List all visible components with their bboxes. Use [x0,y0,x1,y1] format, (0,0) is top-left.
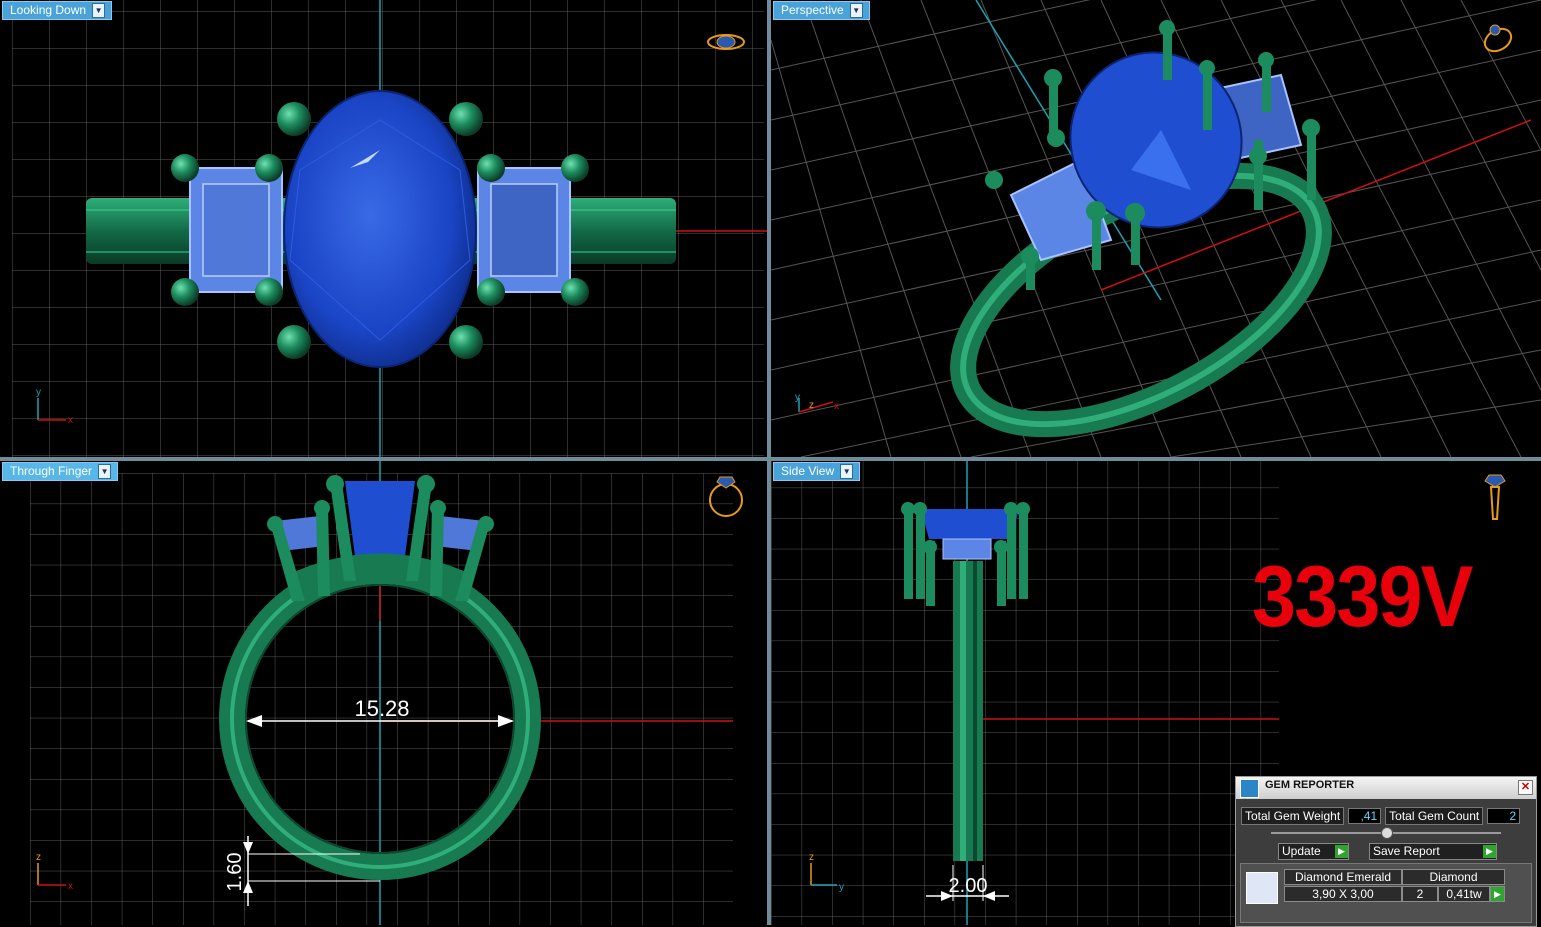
gem-size-cell: 3,90 X 3,00 [1284,886,1402,902]
total-gem-weight-label: Total Gem Weight [1241,807,1345,825]
axis-y-label: y [839,882,844,893]
dimension-thickness-label: 1.60 [224,853,246,892]
gem-weight-cell: 0,41tw [1438,886,1490,902]
axis-x-label: x [68,881,73,892]
axis-y-label: y [795,392,800,403]
axis-z-label: z [809,400,814,411]
model-number-watermark: 3339V [1252,549,1473,645]
viewport-splitter-horizontal[interactable] [0,457,1541,461]
perspective-canvas[interactable]: y z x [771,0,1541,457]
emerald-gem-icon [1246,872,1278,904]
dimension-band-width-label: 2.00 [949,875,988,897]
viewport-menu-looking-down[interactable]: Looking Down ▼ [2,1,113,20]
gem-type-cell: Diamond [1402,869,1505,885]
viewport-splitter-vertical[interactable] [767,0,771,925]
gem-list[interactable]: Diamond Emerald Diamond 3,90 X 3,00 2 0,… [1240,863,1532,923]
viewport-through-finger[interactable]: 15.28 1.60 z x Through Finger ▼ [0,461,767,925]
viewport-title: Perspective [781,3,844,17]
total-gem-count-field[interactable]: 2 [1487,808,1521,824]
axis-z-label: z [809,852,814,863]
total-gem-weight-field[interactable]: ,41 [1348,808,1382,824]
gem-reporter-panel[interactable]: GEM REPORTER ✕ Total Gem Weight ,41 Tota… [1235,776,1537,927]
play-arrow-icon: ▶ [1335,845,1348,858]
chevron-down-icon[interactable]: ▼ [92,3,106,18]
looking-down-canvas[interactable]: y x [0,0,767,457]
play-arrow-icon[interactable]: ▶ [1490,886,1505,902]
viewport-menu-perspective[interactable]: Perspective ▼ [773,1,870,20]
axis-x-label: x [68,415,73,426]
total-gem-count-label: Total Gem Count [1385,807,1484,825]
axis-x-label: x [834,401,839,412]
axis-z-label: z [36,852,41,863]
close-icon[interactable]: ✕ [1518,780,1533,795]
gem-shape-cell: Diamond Emerald [1284,869,1402,885]
update-button[interactable]: Update ▶ [1278,843,1349,860]
gem-reporter-titlebar[interactable]: GEM REPORTER ✕ [1236,777,1536,799]
axis-y-label: y [36,387,41,398]
viewport-title: Through Finger [10,464,93,478]
chevron-down-icon[interactable]: ▼ [849,3,863,18]
viewport-perspective[interactable]: y z x Perspective ▼ [771,0,1541,457]
slider-knob[interactable] [1381,827,1393,839]
dimension-width-label: 15.28 [354,696,409,721]
gem-count-cell: 2 [1402,886,1438,902]
viewport-looking-down[interactable]: y x Looking Down ▼ [0,0,767,457]
update-button-label: Update [1282,844,1321,858]
through-finger-canvas[interactable]: 15.28 1.60 z x [0,461,767,925]
chevron-down-icon[interactable]: ▼ [98,464,112,479]
gem-reporter-title: GEM REPORTER [1265,779,1355,791]
panel-slider[interactable] [1271,827,1501,839]
viewport-menu-side-view[interactable]: Side View ▼ [773,462,861,481]
save-report-button-label: Save Report [1373,844,1440,858]
gem-totals-row: Total Gem Weight ,41 Total Gem Count 2 [1241,807,1532,825]
gem-reporter-logo-icon [1240,779,1259,798]
viewport-title: Side View [781,464,835,478]
viewport-menu-through-finger[interactable]: Through Finger ▼ [2,462,119,481]
save-report-button[interactable]: Save Report ▶ [1369,843,1497,860]
chevron-down-icon[interactable]: ▼ [840,464,854,479]
viewport-title: Looking Down [10,3,87,17]
play-arrow-icon: ▶ [1483,845,1496,858]
